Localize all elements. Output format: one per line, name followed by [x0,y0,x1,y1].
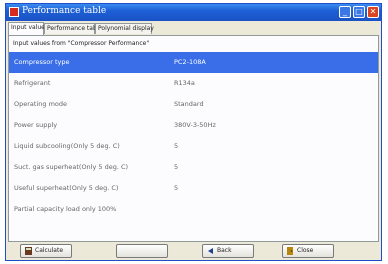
row-label: Partial capacity load only 100% [14,205,117,213]
table-row[interactable]: Operating mode Standard [9,94,378,115]
table-row[interactable]: Refrigerant R134a [9,73,378,94]
row-value: 5 [174,163,179,171]
row-value: 5 [174,142,179,150]
back-arrow-icon [208,248,213,254]
row-label: Suct. gas superheat(Only 5 deg. C) [14,163,129,171]
tab-performance-table[interactable]: Performance table [44,23,102,34]
door-icon [287,247,293,255]
row-label: Operating mode [14,100,67,108]
button-bar: Calculate Back Close [6,244,381,260]
close-window-button[interactable]: ✕ [367,6,379,18]
row-label: Compressor type [14,58,70,66]
next-button[interactable] [116,244,168,258]
window-title: Performance table [22,6,107,16]
calculator-icon [25,247,32,255]
maximize-button[interactable]: □ [353,6,365,18]
table-row[interactable]: Power supply 380V-3-50Hz [9,115,378,136]
back-label: Back [217,247,232,254]
row-value: Standard [174,100,204,108]
table-row[interactable]: Liquid subcooling(Only 5 deg. C) 5 [9,136,378,157]
calculate-label: Calculate [35,247,64,254]
row-value: 380V-3-50Hz [174,121,216,129]
tab-strip: Input value Performance table Polynomial… [6,22,381,35]
input-value-panel: Input values from "Compressor Performanc… [8,35,379,242]
row-label: Useful superheat(Only 5 deg. C) [14,184,119,192]
table-row[interactable]: Useful superheat(Only 5 deg. C) 5 [9,178,378,199]
row-value: R134a [174,79,195,87]
tab-polynomial-display[interactable]: Polynomial display [95,23,154,34]
tab-input-value[interactable]: Input value [8,22,45,35]
app-icon [9,7,19,17]
title-bar[interactable]: Performance table _ □ ✕ [6,4,381,21]
minimize-button[interactable]: _ [339,6,351,18]
panel-subheading: Input values from "Compressor Performanc… [13,40,150,47]
table-row[interactable]: Suct. gas superheat(Only 5 deg. C) 5 [9,157,378,178]
row-label: Liquid subcooling(Only 5 deg. C) [14,142,120,150]
close-button[interactable]: Close [282,244,334,258]
calculate-button[interactable]: Calculate [20,244,72,258]
row-value: 5 [174,184,179,192]
row-label: Refrigerant [14,79,51,87]
close-label: Close [297,247,314,254]
row-value: PC2-108A [174,58,206,66]
table-row[interactable]: Partial capacity load only 100% [9,199,378,220]
table-row[interactable]: Compressor type PC2-108A [9,52,378,73]
back-button[interactable]: Back [202,244,254,258]
performance-table-window: Performance table _ □ ✕ Input value Perf… [5,3,382,261]
row-label: Power supply [14,121,58,129]
